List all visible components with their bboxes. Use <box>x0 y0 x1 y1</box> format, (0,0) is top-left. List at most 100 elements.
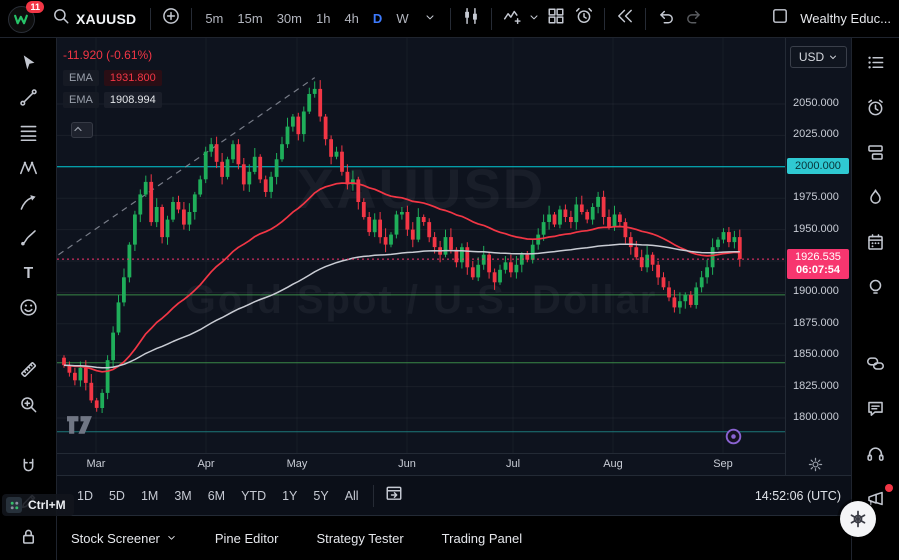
toolbar-divider <box>645 8 646 30</box>
undo-button[interactable] <box>652 5 680 33</box>
alerts-clock-button[interactable] <box>862 96 890 124</box>
ruler-tool-button[interactable] <box>13 358 43 386</box>
symbol-name: XAUUSD <box>76 11 136 27</box>
range-all[interactable]: All <box>337 484 367 508</box>
timeframe-15m[interactable]: 15m <box>230 6 269 32</box>
chart-style-button[interactable] <box>457 5 485 33</box>
fullscreen-icon <box>771 7 789 30</box>
toolbar-divider <box>150 8 151 30</box>
watchlist-button[interactable] <box>862 51 890 79</box>
toolbar-divider <box>450 8 451 30</box>
public-chats-button[interactable] <box>862 352 890 380</box>
xabcd-pattern-tool-button[interactable] <box>13 156 43 184</box>
ema-value: 1908.994 <box>104 92 162 108</box>
timeframe-D[interactable]: D <box>366 6 389 32</box>
emoji-tool-button[interactable] <box>13 296 43 324</box>
tab-trading-panel[interactable]: Trading Panel <box>442 531 522 546</box>
magnet-tool-button[interactable] <box>13 455 43 483</box>
drawing-tools-rail: T <box>0 38 57 560</box>
go-to-date-button[interactable] <box>380 482 408 510</box>
assistant-swirl-icon <box>848 509 868 529</box>
timeframe-5m[interactable]: 5m <box>198 6 230 32</box>
range-1d[interactable]: 1D <box>69 484 101 508</box>
timeframe-W[interactable]: W <box>389 6 415 32</box>
price-label: 1975.000 <box>793 191 839 203</box>
zoom-in-tool-button[interactable] <box>13 393 43 421</box>
indicators-button[interactable] <box>498 5 526 33</box>
range-5d[interactable]: 5D <box>101 484 133 508</box>
price-label: 1950.000 <box>793 223 839 235</box>
crosshair-tool-button[interactable] <box>13 51 43 79</box>
price-label: 1850.000 <box>793 348 839 360</box>
main-area: XAUUSD Gold Spot / U.S. Dollar -11.920 (… <box>57 38 851 560</box>
range-1m[interactable]: 1M <box>133 484 166 508</box>
fullscreen-button[interactable] <box>766 5 794 33</box>
economic-calendar-button[interactable] <box>862 231 890 259</box>
compare-add-button[interactable] <box>157 5 185 33</box>
tab-strategy-tester[interactable]: Strategy Tester <box>316 531 403 546</box>
range-3m[interactable]: 3M <box>166 484 199 508</box>
screen-capture-shortcut-overlay: Ctrl+M <box>2 494 74 516</box>
chart-legend: -11.920 (-0.61%) EMA 1931.800 EMA 1908.9… <box>63 48 162 114</box>
layout-grid-icon <box>547 7 565 30</box>
account-name[interactable]: Wealthy Educ... <box>800 11 891 26</box>
svg-text:T: T <box>23 265 33 282</box>
top-toolbar: 11 XAUUSD 5m15m30m1h4hDW Wealthy Educ... <box>0 0 899 38</box>
price-axis[interactable]: USD 2050.0002025.0001975.0001950.0001900… <box>785 38 851 475</box>
xabcd-pattern-tool-icon <box>19 158 38 182</box>
chart-pane[interactable]: XAUUSD Gold Spot / U.S. Dollar -11.920 (… <box>57 38 785 453</box>
brush-tool-button[interactable] <box>13 226 43 254</box>
chart-settings-gear-icon[interactable] <box>808 457 823 475</box>
capture-app-icon <box>6 497 22 513</box>
tab-pine-editor[interactable]: Pine Editor <box>215 531 279 546</box>
hotlists-flame-icon <box>866 188 885 212</box>
symbol-search-button[interactable]: XAUUSD <box>44 5 144 33</box>
bottom-toolbar: 1D5D1M3M6MYTD1Y5YAll 14:52:06 (UTC) <box>57 475 851 515</box>
price-label: 1825.000 <box>793 380 839 392</box>
layout-grid-button[interactable] <box>542 5 570 33</box>
redo-button[interactable] <box>680 5 708 33</box>
fib-retracement-tool-button[interactable] <box>13 121 43 149</box>
shortcut-label: Ctrl+M <box>28 498 66 512</box>
ema-label: EMA <box>63 70 99 86</box>
app-logo[interactable]: 11 <box>8 4 38 34</box>
text-tool-button[interactable]: T <box>13 261 43 289</box>
forecast-tool-button[interactable] <box>13 191 43 219</box>
time-axis[interactable]: MarAprMayJunJulAugSep <box>57 453 785 475</box>
range-5y[interactable]: 5Y <box>305 484 336 508</box>
private-messages-button[interactable] <box>862 397 890 425</box>
forecast-tool-icon <box>19 193 38 217</box>
ideas-bulb-button[interactable] <box>862 276 890 304</box>
bottom-panel-tabs: Stock Screener Pine Editor Strategy Tester… <box>57 515 851 560</box>
hotlists-flame-button[interactable] <box>862 186 890 214</box>
text-tool-icon: T <box>19 263 38 287</box>
ema-legend-row[interactable]: EMA 1931.800 <box>63 70 162 86</box>
wealthy-education-logo-icon <box>13 11 30 28</box>
lock-tool-button[interactable] <box>13 525 43 553</box>
timeframe-4h[interactable]: 4h <box>337 6 365 32</box>
bar-replay-button[interactable] <box>611 5 639 33</box>
ema-legend-row[interactable]: EMA 1908.994 <box>63 92 162 108</box>
support-headset-button[interactable] <box>862 442 890 470</box>
toolbar-divider <box>373 485 374 507</box>
clock-utc[interactable]: 14:52:06 (UTC) <box>755 489 841 503</box>
indicators-menu-button[interactable] <box>526 5 542 33</box>
chevron-up-icon <box>72 123 84 135</box>
timeframe-1h[interactable]: 1h <box>309 6 337 32</box>
range-1y[interactable]: 1Y <box>274 484 305 508</box>
toolbar-divider <box>604 8 605 30</box>
collapse-legend-button[interactable] <box>71 122 93 138</box>
timeframe-menu-button[interactable] <box>416 5 444 33</box>
range-ytd[interactable]: YTD <box>233 484 274 508</box>
object-tree-button[interactable] <box>862 141 890 169</box>
trend-line-tool-button[interactable] <box>13 86 43 114</box>
assistant-logo-button[interactable] <box>840 501 876 537</box>
trend-line-tool-icon <box>19 88 38 112</box>
alert-icon <box>575 7 593 30</box>
tab-stock-screener[interactable]: Stock Screener <box>71 531 177 546</box>
price-chart[interactable] <box>57 38 785 453</box>
range-6m[interactable]: 6M <box>200 484 233 508</box>
currency-selector[interactable]: USD <box>790 46 847 68</box>
timeframe-30m[interactable]: 30m <box>270 6 309 32</box>
create-alert-button[interactable] <box>570 5 598 33</box>
